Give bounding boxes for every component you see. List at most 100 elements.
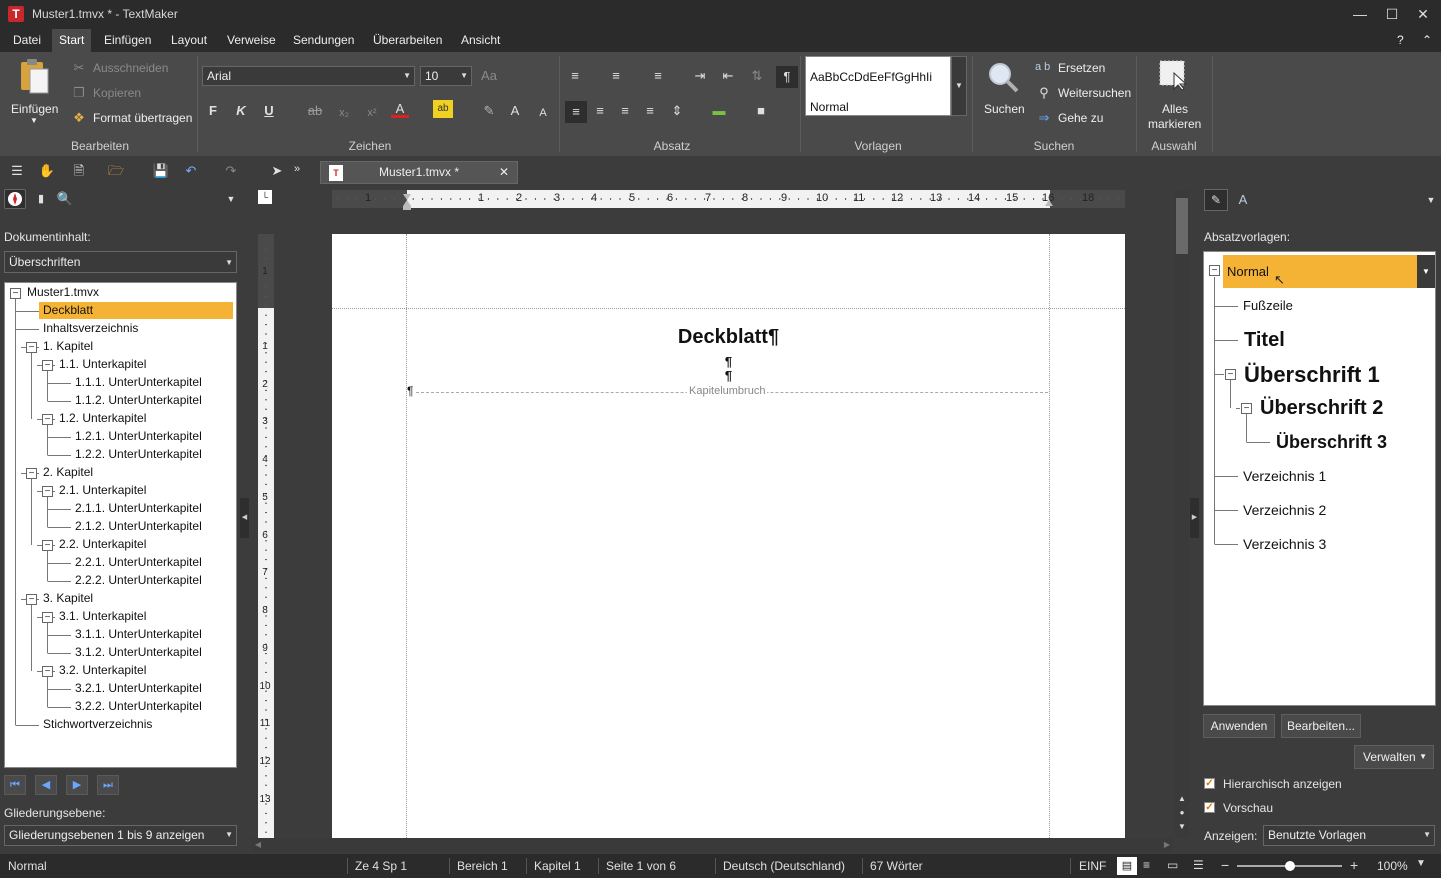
find-next-icon[interactable]: ⚲	[1035, 84, 1053, 102]
select-all-label-2[interactable]: markieren	[1148, 117, 1201, 131]
zoom-menu-icon[interactable]: ▼	[1416, 858, 1426, 869]
grow-font-icon[interactable]: A	[506, 102, 524, 120]
tab-type-selector[interactable]: └	[258, 190, 272, 204]
tree-collapse-icon[interactable]: −	[42, 486, 53, 497]
tree-collapse-icon[interactable]: −	[1241, 403, 1252, 414]
tree-item[interactable]: 1.1. Unterkapitel	[55, 356, 150, 373]
tree-item[interactable]: 1.2.1. UnterUnterkapitel	[71, 428, 206, 445]
menu-ueberarbeiten[interactable]: Überarbeiten	[366, 29, 449, 52]
pane-menu-icon[interactable]: ▼	[1422, 191, 1440, 209]
shading-icon[interactable]: ▬	[710, 102, 728, 120]
tree-item[interactable]: 1. Kapitel	[39, 338, 97, 355]
tree-collapse-icon[interactable]: −	[42, 414, 53, 425]
help-icon[interactable]: ?	[1390, 29, 1411, 52]
line-spacing-icon[interactable]: ⇕	[668, 102, 686, 120]
status-insert-mode[interactable]: EINF	[1079, 859, 1106, 873]
replace-button[interactable]: Ersetzen	[1058, 61, 1105, 75]
style-item[interactable]: Verzeichnis 1	[1243, 468, 1326, 484]
tree-item[interactable]: 2.1.1. UnterUnterkapitel	[71, 500, 206, 517]
show-styles-combo[interactable]: Benutzte Vorlagen ▼	[1263, 825, 1435, 846]
tree-item[interactable]: 2.2.2. UnterUnterkapitel	[71, 572, 206, 589]
style-item[interactable]: Verzeichnis 2	[1243, 502, 1326, 518]
status-style[interactable]: Normal	[8, 859, 47, 873]
navigator-compass-icon[interactable]	[4, 189, 26, 209]
view-master-icon[interactable]: ☰	[1193, 858, 1204, 872]
menu-layout[interactable]: Layout	[164, 29, 214, 52]
tree-collapse-icon[interactable]: −	[1209, 265, 1220, 276]
menu-start[interactable]: Start	[52, 29, 92, 52]
pane-menu-icon[interactable]: ▼	[222, 190, 240, 208]
edit-button[interactable]: Bearbeiten...	[1281, 714, 1361, 738]
preview-checkbox[interactable]: ✓	[1204, 802, 1215, 813]
tree-item[interactable]: 3.1. Unterkapitel	[55, 608, 150, 625]
style-gallery-dropdown[interactable]: ▼	[951, 56, 967, 116]
zoom-out-icon[interactable]: −	[1221, 857, 1229, 873]
highlight-icon[interactable]: ab	[433, 100, 453, 118]
paste-button[interactable]: Einfügen	[11, 102, 58, 116]
minimize-button[interactable]: —	[1348, 4, 1372, 24]
paste-dropdown-icon[interactable]: ▼	[30, 116, 38, 125]
numbered-list-icon[interactable]: ≡	[607, 67, 625, 85]
tree-collapse-icon[interactable]: −	[1225, 369, 1236, 380]
style-item[interactable]: Überschrift 2	[1260, 397, 1383, 420]
new-document-icon[interactable]: 🗎	[70, 162, 88, 180]
status-word-count[interactable]: 67 Wörter	[870, 859, 923, 873]
search-button[interactable]: Suchen	[984, 102, 1025, 116]
menu-datei[interactable]: Datei	[6, 29, 48, 52]
hierarchical-checkbox[interactable]: ✓	[1204, 778, 1215, 789]
style-item-normal[interactable]: Normal	[1227, 264, 1269, 279]
multilevel-list-icon[interactable]: ≡	[649, 67, 667, 85]
document-tab[interactable]: T Muster1.tmvx * ✕	[320, 161, 518, 184]
touch-mode-icon[interactable]: ✋	[38, 162, 56, 180]
outline-level-combo[interactable]: Gliederungsebenen 1 bis 9 anzeigen ▼	[4, 825, 237, 846]
tree-item-deckblatt[interactable]: Deckblatt	[39, 302, 233, 319]
redo-icon[interactable]: ↷	[222, 162, 240, 180]
tree-item[interactable]: 2.1.2. UnterUnterkapitel	[71, 518, 206, 535]
left-pane-collapse-handle[interactable]: ◀	[240, 498, 249, 538]
zoom-in-icon[interactable]: +	[1350, 857, 1358, 873]
menu-einfuegen[interactable]: Einfügen	[97, 29, 158, 52]
textmaker-app-icon[interactable]: T	[8, 6, 24, 22]
first-heading-icon[interactable]: ⏮	[4, 775, 26, 795]
tree-item[interactable]: 1.1.1. UnterUnterkapitel	[71, 374, 206, 391]
clear-format-icon[interactable]: ✎	[480, 102, 498, 120]
style-item[interactable]: Fußzeile	[1243, 298, 1293, 313]
pointer-icon[interactable]: ➤	[268, 162, 286, 180]
align-left-icon[interactable]: ≡	[565, 101, 587, 123]
tree-item[interactable]: 1.1.2. UnterUnterkapitel	[71, 392, 206, 409]
tree-item[interactable]: 2.2. Unterkapitel	[55, 536, 150, 553]
tree-item[interactable]: 3.2.2. UnterUnterkapitel	[71, 698, 206, 715]
doc-pilcrow[interactable]: ¶	[407, 384, 413, 398]
align-center-icon[interactable]: ≡	[591, 102, 609, 120]
paste-icon[interactable]	[17, 59, 51, 95]
view-normal-icon[interactable]: ▤	[1117, 857, 1137, 875]
scroll-left-icon[interactable]: ◀	[252, 838, 264, 852]
tree-collapse-icon[interactable]: −	[10, 288, 21, 299]
tree-item-root[interactable]: Muster1.tmvx	[23, 284, 103, 301]
borders-icon[interactable]: ■	[752, 102, 770, 120]
find-next-button[interactable]: Weitersuchen	[1058, 86, 1131, 100]
tree-collapse-icon[interactable]: −	[42, 540, 53, 551]
page-nav-buttons[interactable]: ▲ ● ▼	[1175, 792, 1189, 836]
next-heading-icon[interactable]: ▶	[66, 775, 88, 795]
style-item[interactable]: Titel	[1244, 329, 1285, 352]
doc-heading[interactable]: Deckblatt¶	[332, 326, 1125, 349]
tree-item[interactable]: 1.2. Unterkapitel	[55, 410, 150, 427]
decrease-indent-icon[interactable]: ⇤	[719, 67, 737, 85]
close-tab-icon[interactable]: ✕	[499, 162, 509, 183]
style-item-dropdown[interactable]: ▼	[1417, 255, 1435, 288]
status-page[interactable]: Seite 1 von 6	[606, 859, 676, 873]
maximize-button[interactable]: ☐	[1380, 4, 1404, 24]
find-pane-icon[interactable]: 🔍	[56, 190, 74, 208]
hamburger-menu-icon[interactable]: ☰	[8, 162, 26, 180]
scrollbar-thumb[interactable]	[1176, 198, 1188, 254]
subscript-icon[interactable]: x₂	[335, 104, 353, 122]
tree-collapse-icon[interactable]: −	[42, 612, 53, 623]
status-position[interactable]: Ze 4 Sp 1	[355, 859, 407, 873]
superscript-icon[interactable]: x²	[363, 104, 381, 122]
sort-icon[interactable]: ⇅	[748, 67, 766, 85]
select-all-icon[interactable]	[1158, 59, 1190, 91]
status-chapter[interactable]: Kapitel 1	[534, 859, 581, 873]
format-painter-icon[interactable]: ❖	[70, 109, 88, 127]
undo-icon[interactable]: ↶	[182, 162, 200, 180]
